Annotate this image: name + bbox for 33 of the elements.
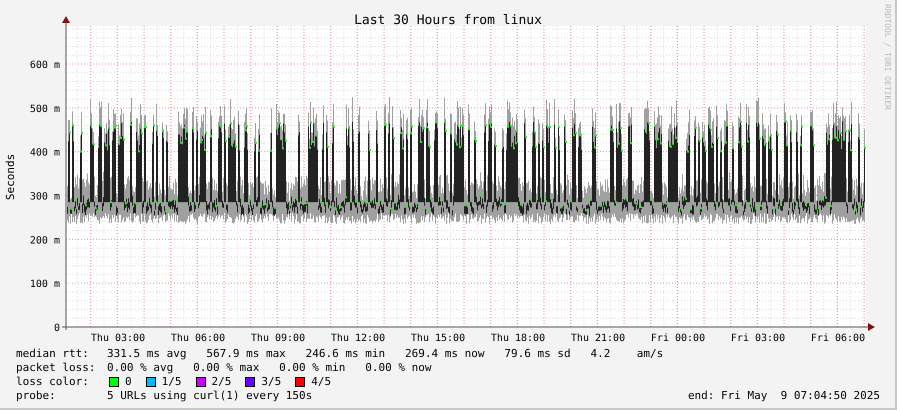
probe-values: 5 URLs using curl(1) every 150s (107, 388, 312, 404)
y-tick-label: 300 m (30, 192, 60, 202)
y-tick-label: 500 m (30, 104, 60, 115)
median-rtt-label: median rtt: (16, 346, 90, 362)
probe-label: probe: (16, 388, 57, 404)
y-tick-label: 200 m (30, 235, 60, 246)
loss-color-label: loss color: (16, 374, 90, 390)
y-axis-label: Seconds (4, 154, 17, 200)
x-tick-label: Thu 12:00 (330, 333, 386, 344)
loss-color-label: 2/5 (212, 374, 232, 390)
packet-loss-label: packet loss: (16, 360, 96, 376)
y-tick-label: 600 m (30, 60, 60, 72)
x-tick-label: Thu 06:00 (170, 333, 226, 344)
packet-loss-values: 0.00 % avg 0.00 % max 0.00 % min 0.00 % now (107, 360, 432, 376)
x-tick-label: Thu 15:00 (410, 333, 466, 344)
loss-color-label: 1/5 (162, 374, 182, 390)
x-tick-label: Thu 18:00 (490, 333, 546, 344)
x-tick-label: Fri 06:00 (810, 333, 866, 344)
x-tick-label: Thu 09:00 (250, 333, 306, 344)
credit-text: RRDTOOL / TOBI OETIKER (883, 4, 892, 110)
loss-color-label: 4/5 (311, 374, 332, 390)
x-tick-label: Fri 03:00 (730, 333, 786, 344)
end-time: end: Fri May 9 07:04:50 2025 (688, 388, 880, 404)
loss-color-label: 0 (125, 374, 132, 390)
chart-title: Last 30 Hours from linux (354, 13, 542, 28)
y-tick-label: 100 m (30, 279, 60, 290)
x-tick-label: Fri 00:00 (650, 333, 706, 344)
x-tick-label: Thu 03:00 (90, 333, 146, 344)
median-rtt-values: 331.5 ms avg 567.9 ms max 246.6 ms min 269.4 ms now 79.6 ms sd 4.2 am/s (107, 346, 664, 362)
loss-color-label: 3/5 (261, 374, 282, 390)
y-tick-label: 0 (54, 323, 60, 334)
y-tick-label: 400 m (30, 148, 60, 159)
x-tick-label: Thu 21:00 (570, 333, 626, 344)
